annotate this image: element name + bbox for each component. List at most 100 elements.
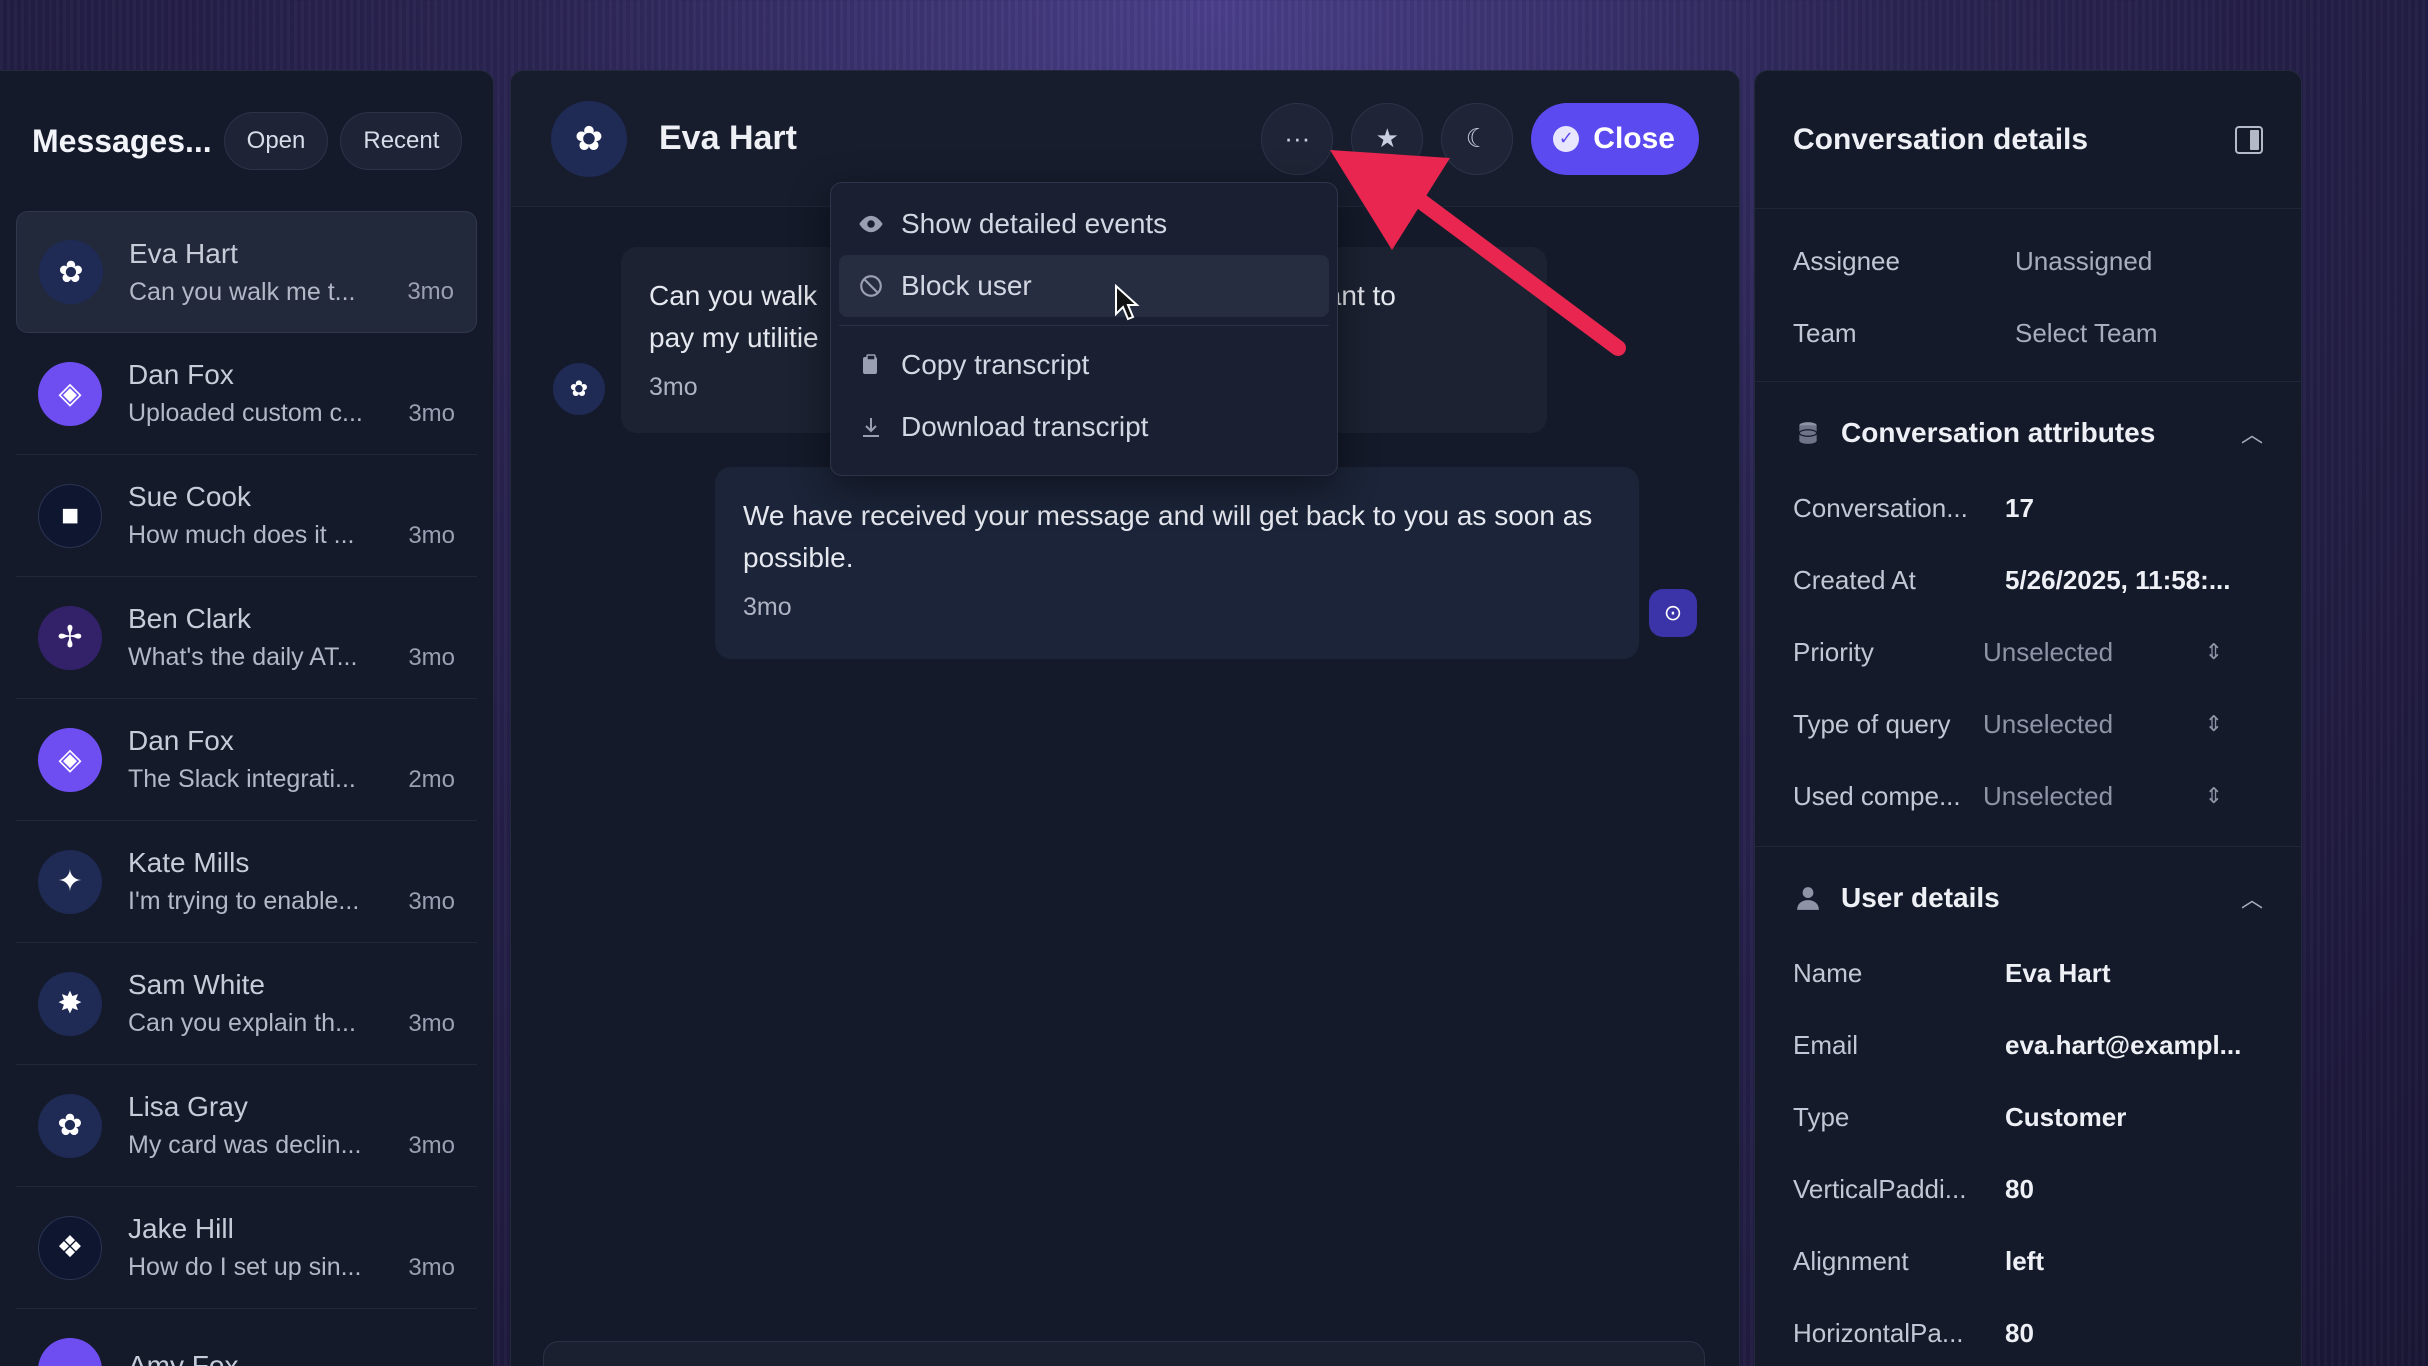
conversation-preview: Can you explain th... — [128, 1009, 356, 1037]
outgoing-message: We have received your message and will g… — [715, 467, 1639, 659]
menu-item-download-transcript[interactable]: Download transcript — [839, 396, 1329, 458]
conversation-preview: Uploaded custom c... — [128, 399, 363, 427]
conversation-item[interactable]: ✿ Lisa Gray My card was declin... 3mo — [16, 1065, 477, 1187]
field-value: Eva Hart — [2005, 957, 2111, 988]
user-field-row: HorizontalPa... 80 — [1755, 1297, 2301, 1366]
filter-open-button[interactable]: Open — [223, 112, 329, 170]
details-header: Conversation details — [1755, 71, 2301, 209]
conversation-list: ✿ Eva Hart Can you walk me t... 3mo ◈ Dan… — [0, 211, 493, 1366]
attribute-label: Conversation... — [1793, 492, 1968, 523]
conversation-item[interactable]: ✸ Sam White Can you explain th... 3mo — [16, 943, 477, 1065]
conversation-attributes-section: Conversation attributes ︿ Conversation..… — [1755, 381, 2301, 832]
priority-select[interactable]: Priority Unselected ⇕ — [1755, 616, 2301, 688]
menu-divider — [839, 325, 1329, 326]
assignee-value[interactable]: Unassigned — [2015, 246, 2152, 277]
clipboard-icon — [857, 351, 885, 379]
menu-item-copy-transcript[interactable]: Copy transcript — [839, 334, 1329, 396]
conversation-item[interactable]: ✦ Kate Mills I'm trying to enable... 3mo — [16, 821, 477, 943]
conversation-preview: I'm trying to enable... — [128, 887, 360, 915]
field-label: Name — [1793, 957, 1863, 988]
conversation-preview: How do I set up sin... — [128, 1253, 362, 1281]
menu-item-label: Copy transcript — [901, 349, 1090, 380]
message-text: We have received your message and will g… — [743, 500, 1593, 573]
conversation-time: 3mo — [408, 1009, 455, 1037]
conversation-item[interactable]: ■ Sue Cook How much does it ... 3mo — [16, 455, 477, 577]
assignee-label: Assignee — [1793, 245, 1900, 276]
user-field-row: Email eva.hart@exampl... — [1755, 1009, 2301, 1081]
chevron-up-icon[interactable]: ︿ — [2241, 882, 2263, 914]
download-icon — [857, 413, 885, 441]
conversation-name: Amy Fox — [128, 1349, 239, 1366]
diamond-icon: ◈ — [38, 361, 102, 426]
attributes-title: Conversation attributes — [1841, 417, 2156, 448]
database-icon — [1793, 418, 1823, 448]
conversation-list-panel: Messages... Open Recent ✿ Eva Hart Can y… — [0, 70, 494, 1366]
conversation-time: 3mo — [408, 1131, 455, 1159]
user-field-row: VerticalPaddi... 80 — [1755, 1153, 2301, 1225]
used-competitor-select[interactable]: Used compe... Unselected ⇕ — [1755, 760, 2301, 832]
conversation-preview: My card was declin... — [128, 1131, 362, 1159]
select-value: Unselected — [1983, 708, 2114, 739]
conversation-name: Kate Mills — [128, 847, 250, 878]
user-field-row: Type Customer — [1755, 1081, 2301, 1153]
mouse-cursor-icon — [1115, 284, 1140, 321]
team-row[interactable]: Team Select Team — [1755, 297, 2301, 369]
conversation-preview: What's the daily AT... — [128, 643, 358, 671]
conversation-item[interactable]: ❖ Jake Hill How do I set up sin... 3mo — [16, 1187, 477, 1309]
user-details-section: User details ︿ Name Eva Hart Email eva.har… — [1755, 846, 2301, 1366]
field-label: VerticalPaddi... — [1793, 1173, 1967, 1204]
user-field-row: Alignment left — [1755, 1225, 2301, 1297]
conversation-name: Lisa Gray — [128, 1091, 248, 1122]
select-label: Used compe... — [1793, 780, 1961, 811]
field-value: 80 — [2005, 1317, 2034, 1348]
user-details-title: User details — [1841, 882, 2000, 913]
menu-item-show-events[interactable]: Show detailed events — [839, 193, 1329, 255]
details-title: Conversation details — [1793, 122, 2089, 156]
team-label: Team — [1793, 317, 1857, 348]
attribute-label: Created At — [1793, 564, 1916, 595]
menu-item-block-user[interactable]: Block user — [839, 255, 1329, 317]
updown-chevron-icon: ⇕ — [2204, 711, 2223, 736]
conversation-item[interactable]: ◈ Dan Fox Uploaded custom c... 3mo — [16, 333, 477, 455]
type-of-query-select[interactable]: Type of query Unselected ⇕ — [1755, 688, 2301, 760]
menu-item-label: Show detailed events — [901, 208, 1168, 239]
updown-chevron-icon: ⇕ — [2204, 783, 2223, 808]
chevron-up-icon[interactable]: ︿ — [2241, 417, 2263, 449]
field-value: Customer — [2005, 1101, 2127, 1132]
conversation-name: Sam White — [128, 969, 265, 1000]
conversation-preview: Can you walk me t... — [129, 277, 356, 306]
message-composer[interactable] — [543, 1341, 1705, 1366]
message-time: 3mo — [743, 593, 792, 621]
sidebar-toggle-icon[interactable] — [2235, 125, 2263, 154]
assignee-row[interactable]: Assignee Unassigned — [1755, 225, 2301, 297]
conversation-list-header: Messages... Open Recent — [0, 71, 493, 211]
conversation-item[interactable]: ✿ Eva Hart Can you walk me t... 3mo — [16, 211, 477, 333]
team-value[interactable]: Select Team — [2015, 318, 2158, 349]
more-options-menu: Show detailed events Block user Copy tra… — [830, 182, 1338, 476]
conversation-item[interactable]: ✢ Ben Clark What's the daily AT... 3mo — [16, 577, 477, 699]
select-value: Unselected — [1983, 636, 2114, 667]
attributes-header[interactable]: Conversation attributes ︿ — [1755, 394, 2301, 472]
star-icon: ✸ — [38, 971, 102, 1036]
user-field-row: Name Eva Hart — [1755, 937, 2301, 1009]
filter-recent-button[interactable]: Recent — [340, 112, 463, 170]
annotation-arrow-icon — [1330, 150, 1626, 356]
conversation-time: 3mo — [408, 521, 455, 549]
conversation-item[interactable]: ◡ Amy Fox — [16, 1309, 477, 1366]
conversation-time: 3mo — [407, 278, 454, 305]
attribute-value: 17 — [2005, 492, 2034, 523]
user-details-header[interactable]: User details ︿ — [1755, 859, 2301, 937]
field-label: HorizontalPa... — [1793, 1317, 1964, 1348]
flower-icon: ✿ — [38, 1093, 102, 1158]
field-label: Type — [1793, 1101, 1850, 1132]
conversation-name: Eva Hart — [129, 237, 238, 269]
field-label: Email — [1793, 1029, 1859, 1060]
conversation-item[interactable]: ◈ Dan Fox The Slack integrati... 2mo — [16, 699, 477, 821]
conversation-name: Jake Hill — [128, 1213, 234, 1244]
select-label: Type of query — [1793, 708, 1951, 739]
conversation-name: Sue Cook — [128, 481, 251, 512]
message-text-start: Can you walk — [649, 280, 818, 311]
eye-icon — [857, 210, 885, 238]
inbox-title: Messages... — [32, 122, 212, 159]
nodes-icon: ✢ — [38, 605, 102, 670]
